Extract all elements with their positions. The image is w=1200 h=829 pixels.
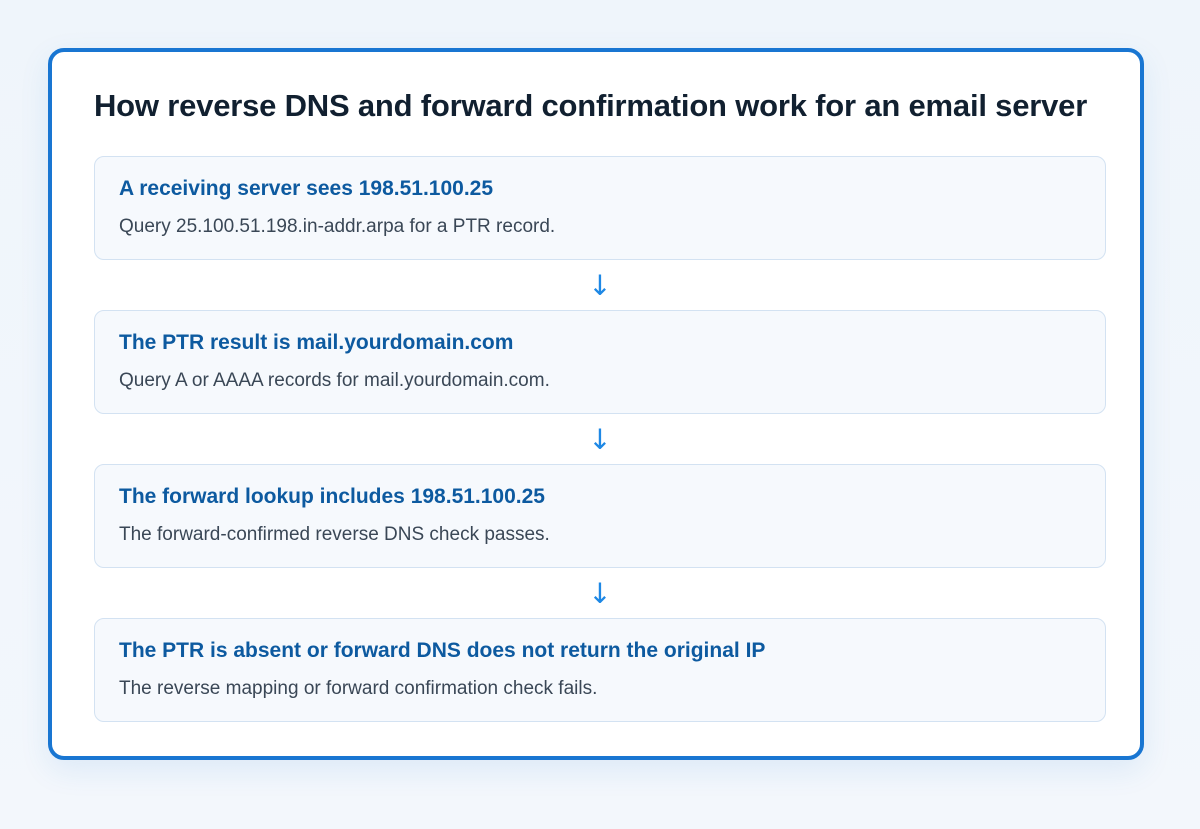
step-forward-query: The PTR result is mail.yourdomain.com Qu… <box>94 310 1106 414</box>
arrow-down-icon: ↓ <box>588 423 612 456</box>
flow-diagram-card: How reverse DNS and forward confirmation… <box>48 48 1144 760</box>
step-heading: The forward lookup includes 198.51.100.2… <box>119 485 545 508</box>
step-ptr-query: A receiving server sees 198.51.100.25 Qu… <box>94 156 1106 260</box>
step-heading: A receiving server sees 198.51.100.25 <box>119 177 494 200</box>
step-heading: The PTR is absent or forward DNS does no… <box>119 639 766 662</box>
step-description: Query A or AAAA records for mail.yourdom… <box>119 370 550 391</box>
diagram-title: How reverse DNS and forward confirmation… <box>94 88 1088 123</box>
step-description: The forward-confirmed reverse DNS check … <box>119 524 550 545</box>
step-check-passes: The forward lookup includes 198.51.100.2… <box>94 464 1106 568</box>
step-description: Query 25.100.51.198.in-addr.arpa for a P… <box>119 216 556 237</box>
arrow-down-icon: ↓ <box>588 577 612 610</box>
step-description: The reverse mapping or forward confirmat… <box>119 678 598 699</box>
arrow-down-icon: ↓ <box>588 269 612 302</box>
step-heading: The PTR result is mail.yourdomain.com <box>119 331 514 354</box>
step-check-fails: The PTR is absent or forward DNS does no… <box>94 618 1106 722</box>
